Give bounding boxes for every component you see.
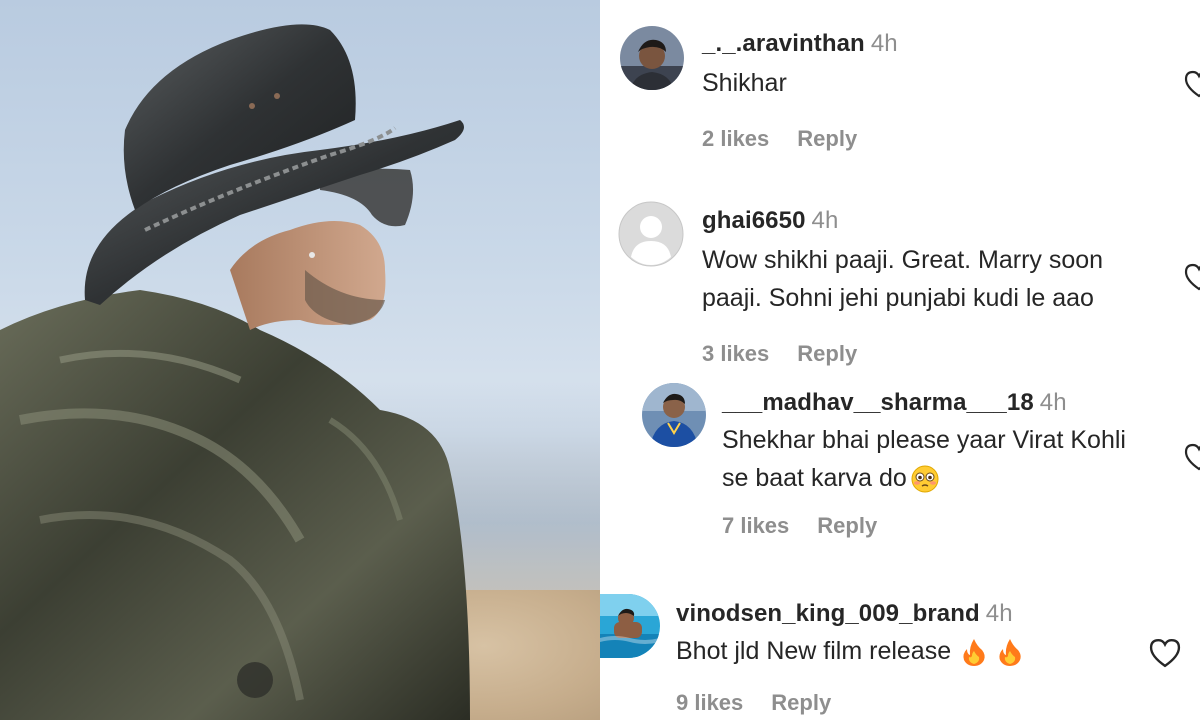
comment-item: ghai6650 4h Wow shikhi paaji. Great. Marr… (600, 175, 1200, 375)
heart-outline-icon[interactable] (1184, 263, 1200, 291)
post-photo (0, 0, 600, 720)
user-avatar[interactable] (620, 26, 684, 90)
comment-meta: 7 likes Reply (722, 513, 877, 539)
like-count[interactable]: 7 likes (722, 513, 789, 538)
fire-emoji-icon (963, 639, 985, 667)
comment-item: vinodsen_king_009_brand 4h Bhot jld New f… (600, 570, 1200, 720)
comment-text: Shekhar bhai please yaar Virat Kohli se … (722, 426, 1126, 493)
like-count[interactable]: 3 likes (702, 341, 769, 366)
user-avatar[interactable] (600, 594, 660, 658)
pool-photo-avatar-icon (600, 594, 660, 658)
comment-text: Shikhar (702, 69, 787, 97)
flushed-face-emoji-icon (911, 465, 939, 493)
cricketer-photo-avatar-icon (642, 383, 706, 447)
user-avatar[interactable] (642, 383, 706, 447)
comment-list: _._.aravinthan 4h Shikhar 2 likes Reply gh… (600, 0, 1200, 720)
heart-outline-icon[interactable] (1184, 443, 1200, 471)
default-avatar-icon (618, 201, 684, 267)
comment-text: Bhot jld New film release (676, 632, 1023, 670)
comment-timestamp: 4h (870, 30, 898, 57)
comment-username[interactable]: _._.aravinthan 4h (702, 30, 898, 58)
reply-button[interactable]: Reply (771, 690, 831, 715)
comment-item: _._.aravinthan 4h Shikhar 2 likes Reply (600, 0, 1200, 175)
fire-emoji-icon (999, 639, 1021, 667)
user-avatar[interactable] (618, 201, 684, 267)
comment-text: Wow shikhi paaji. Great. Marry soon paaj… (702, 246, 1104, 312)
reply-comment-item: ___madhav__sharma___18 4h Shekhar bhai pl… (600, 375, 1200, 570)
heart-outline-icon[interactable] (1184, 70, 1200, 98)
profile-photo-avatar-icon (620, 26, 684, 90)
comment-username[interactable]: ___madhav__sharma___18 4h (722, 389, 1067, 417)
comment-meta: 9 likes Reply (676, 690, 831, 716)
like-count[interactable]: 2 likes (702, 126, 769, 151)
comment-timestamp: 4h (1039, 389, 1067, 416)
comment-timestamp: 4h (985, 600, 1013, 627)
comment-meta: 2 likes Reply (702, 126, 857, 152)
comment-meta: 3 likes Reply (702, 341, 857, 367)
comment-username[interactable]: vinodsen_king_009_brand 4h (676, 600, 1013, 628)
comment-username[interactable]: ghai6650 4h (702, 207, 838, 235)
reply-button[interactable]: Reply (797, 341, 857, 366)
like-count[interactable]: 9 likes (676, 690, 743, 715)
heart-outline-icon[interactable] (1148, 638, 1182, 668)
man-in-hat-photo (0, 24, 470, 720)
reply-button[interactable]: Reply (817, 513, 877, 538)
comment-timestamp: 4h (811, 207, 839, 234)
reply-button[interactable]: Reply (797, 126, 857, 151)
